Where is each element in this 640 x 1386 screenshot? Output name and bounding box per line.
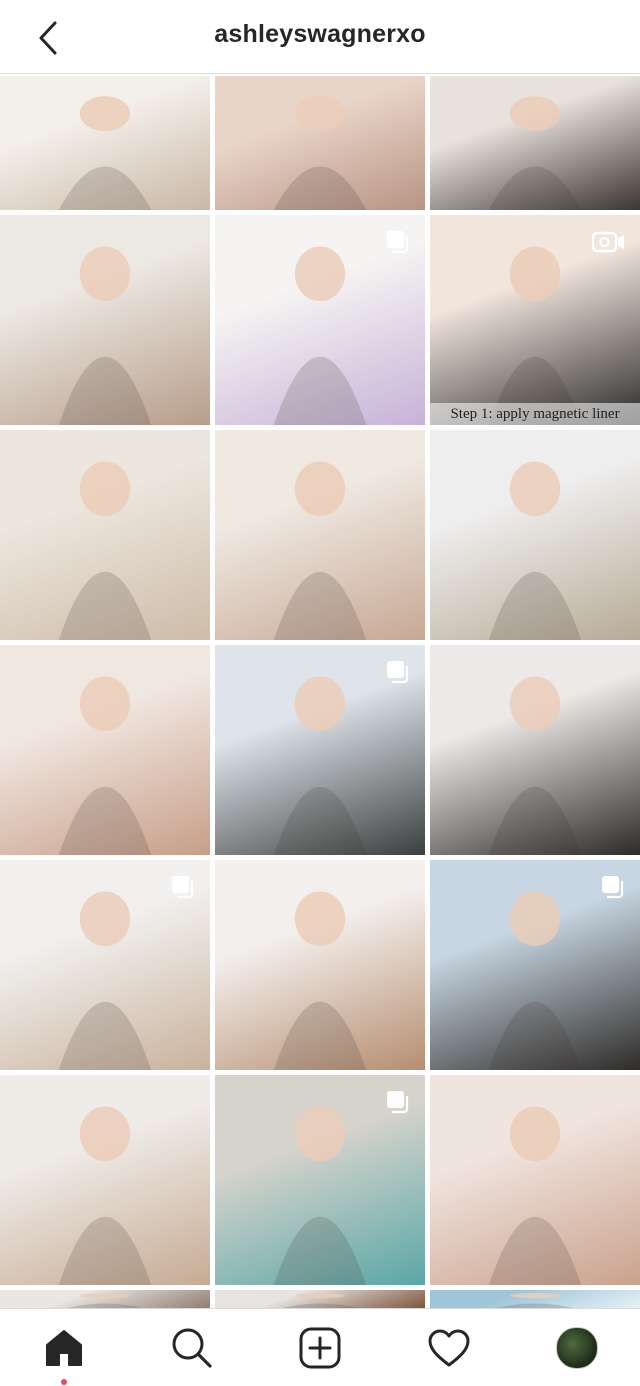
video-icon xyxy=(591,229,626,255)
multiple-posts-icon xyxy=(385,659,411,685)
post-photo xyxy=(58,676,152,855)
post-photo xyxy=(273,891,367,1070)
multiple-posts-icon xyxy=(170,874,196,900)
grid-post-tile[interactable] xyxy=(430,1075,640,1285)
post-photo xyxy=(273,461,367,640)
grid-post-tile[interactable] xyxy=(430,430,640,640)
post-photo xyxy=(273,1293,367,1310)
grid-post-tile[interactable] xyxy=(215,645,425,855)
grid-post-tile[interactable] xyxy=(430,1290,640,1310)
multiple-posts-icon xyxy=(385,1089,411,1115)
post-photo xyxy=(273,96,367,210)
post-photo xyxy=(488,1293,582,1310)
grid-post-tile[interactable] xyxy=(430,860,640,1070)
home-active-indicator xyxy=(61,1379,67,1385)
post-photo xyxy=(488,461,582,640)
top-bar: ashleyswagnerxo xyxy=(0,0,640,74)
grid-post-tile[interactable] xyxy=(215,215,425,425)
avatar xyxy=(556,1327,598,1369)
search-tab[interactable] xyxy=(167,1323,217,1373)
profile-username[interactable]: ashleyswagnerxo xyxy=(0,20,640,49)
grid-post-tile[interactable] xyxy=(0,860,210,1070)
grid-post-tile[interactable] xyxy=(215,860,425,1070)
profile-tab[interactable] xyxy=(552,1323,602,1373)
post-photo xyxy=(58,1106,152,1285)
post-photo xyxy=(488,96,582,210)
post-photo xyxy=(58,96,152,210)
bottom-tab-bar xyxy=(0,1308,640,1386)
multiple-posts-icon xyxy=(385,229,411,255)
post-grid: Step 1: apply magnetic liner xyxy=(0,76,640,1310)
post-photo xyxy=(58,461,152,640)
plus-square-icon xyxy=(299,1327,341,1369)
new-post-tab[interactable] xyxy=(295,1323,345,1373)
activity-tab[interactable] xyxy=(424,1323,474,1373)
grid-post-tile[interactable] xyxy=(430,645,640,855)
home-tab[interactable] xyxy=(39,1323,89,1373)
grid-post-tile[interactable] xyxy=(0,645,210,855)
post-photo xyxy=(58,246,152,425)
post-caption-overlay: Step 1: apply magnetic liner xyxy=(430,403,640,425)
heart-icon xyxy=(428,1329,470,1367)
grid-post-tile[interactable] xyxy=(0,1075,210,1285)
grid-post-tile[interactable] xyxy=(430,76,640,210)
grid-post-tile[interactable] xyxy=(215,1075,425,1285)
grid-post-tile[interactable] xyxy=(215,76,425,210)
grid-post-tile[interactable] xyxy=(0,76,210,210)
post-photo xyxy=(488,1106,582,1285)
grid-post-tile[interactable] xyxy=(0,430,210,640)
grid-post-tile[interactable] xyxy=(215,430,425,640)
grid-post-tile[interactable]: Step 1: apply magnetic liner xyxy=(430,215,640,425)
multiple-posts-icon xyxy=(600,874,626,900)
search-icon xyxy=(172,1328,212,1368)
post-photo xyxy=(488,676,582,855)
home-icon xyxy=(46,1330,82,1366)
grid-post-tile[interactable] xyxy=(0,1290,210,1310)
post-photo xyxy=(58,1293,152,1310)
grid-post-tile[interactable] xyxy=(0,215,210,425)
grid-post-tile[interactable] xyxy=(215,1290,425,1310)
